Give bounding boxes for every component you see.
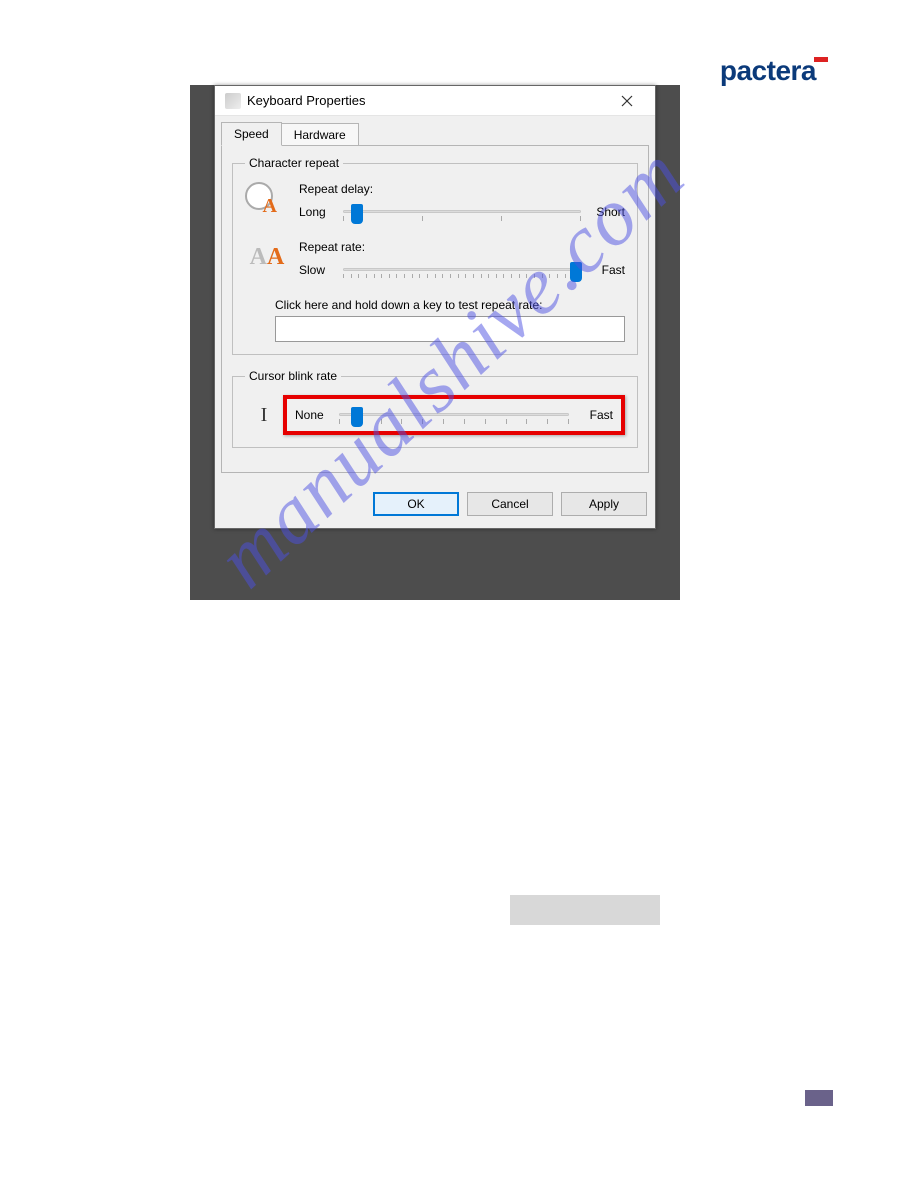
cursor-blink-group: Cursor blink rate I None [232,369,638,448]
apply-button[interactable]: Apply [561,492,647,516]
screenshot-frame: Keyboard Properties Speed Hardware Chara… [190,85,680,600]
repeat-delay-label: Repeat delay: [299,182,625,196]
tab-speed[interactable]: Speed [221,122,282,146]
close-button[interactable] [607,87,647,115]
highlight-box: None Fast [283,395,625,435]
test-repeat-input[interactable] [275,316,625,342]
repeat-delay-max: Short [589,205,625,219]
dialog-buttons: OK Cancel Apply [215,482,655,528]
cancel-button[interactable]: Cancel [467,492,553,516]
repeat-rate-max: Fast [589,263,625,277]
character-repeat-legend: Character repeat [245,156,343,170]
cursor-blink-slider[interactable] [339,405,569,425]
repeat-delay-icon [245,182,289,216]
repeat-delay-slider[interactable] [343,202,581,222]
close-icon [621,95,633,107]
keyboard-icon [225,93,241,109]
flag-icon [814,57,828,67]
test-repeat-label: Click here and hold down a key to test r… [275,298,625,312]
tab-strip: Speed Hardware [215,116,655,146]
redaction-block [510,895,660,925]
tab-panel-speed: Character repeat Repeat delay: Long [221,145,649,473]
blink-max: Fast [577,408,613,422]
titlebar[interactable]: Keyboard Properties [215,86,655,116]
blink-min: None [295,408,331,422]
tab-hardware[interactable]: Hardware [281,123,359,147]
repeat-rate-min: Slow [299,263,335,277]
cursor-preview-icon: I [245,404,283,427]
page-tab-marker [805,1090,833,1106]
repeat-rate-icon: AA [245,240,289,274]
ok-button[interactable]: OK [373,492,459,516]
dialog-title: Keyboard Properties [247,93,607,108]
repeat-rate-slider[interactable] [343,260,581,280]
repeat-delay-min: Long [299,205,335,219]
repeat-rate-label: Repeat rate: [299,240,625,254]
character-repeat-group: Character repeat Repeat delay: Long [232,156,638,355]
brand-logo: pactera [720,55,828,87]
keyboard-properties-dialog: Keyboard Properties Speed Hardware Chara… [214,85,656,529]
cursor-blink-legend: Cursor blink rate [245,369,341,383]
